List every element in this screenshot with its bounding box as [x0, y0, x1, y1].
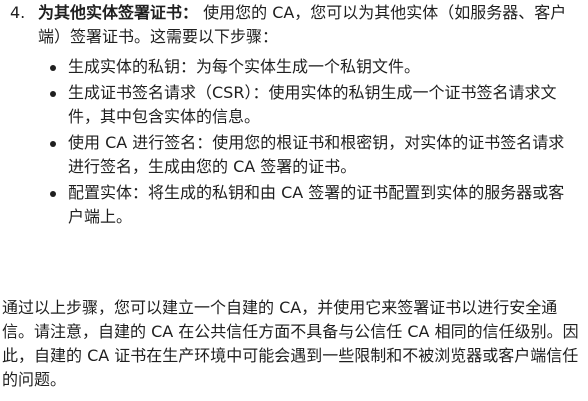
bullet-text: 生成实体的私钥：为每个实体生成一个私钥文件。: [68, 57, 421, 76]
list-item: 配置实体：将生成的私钥和由 CA 签署的证书配置到实体的服务器或客户端上。: [0, 181, 588, 229]
summary-paragraph: 通过以上步骤，您可以建立一个自建的 CA，并使用它来签署证书以进行安全通信。请注…: [2, 298, 579, 389]
list-item: 生成实体的私钥：为每个实体生成一个私钥文件。: [0, 55, 588, 79]
step-bullet-list: 生成实体的私钥：为每个实体生成一个私钥文件。 生成证书签名请求（CSR）：使用实…: [0, 55, 588, 229]
bullet-dot-icon: [50, 141, 56, 147]
step-title: 为其他实体签署证书：: [38, 3, 199, 22]
step-4-heading: 4. 为其他实体签署证书： 使用您的 CA，您可以为其他实体（如服务器、客户端）…: [0, 1, 588, 49]
list-item: 使用 CA 进行签名：使用您的根证书和根密钥，对实体的证书签名请求进行签名，生成…: [0, 131, 588, 179]
bullet-text: 使用 CA 进行签名：使用您的根证书和根密钥，对实体的证书签名请求进行签名，生成…: [68, 133, 565, 176]
bullet-dot-icon: [50, 191, 56, 197]
bullet-dot-icon: [50, 65, 56, 71]
bullet-dot-icon: [50, 91, 56, 97]
bullet-text: 生成证书签名请求（CSR）：使用实体的私钥生成一个证书签名请求文件，其中包含实体…: [68, 83, 557, 126]
step-4: 4. 为其他实体签署证书： 使用您的 CA，您可以为其他实体（如服务器、客户端）…: [0, 1, 588, 231]
step-number: 4.: [10, 3, 26, 22]
bullet-text: 配置实体：将生成的私钥和由 CA 签署的证书配置到实体的服务器或客户端上。: [68, 183, 565, 226]
list-item: 生成证书签名请求（CSR）：使用实体的私钥生成一个证书签名请求文件，其中包含实体…: [0, 81, 588, 129]
